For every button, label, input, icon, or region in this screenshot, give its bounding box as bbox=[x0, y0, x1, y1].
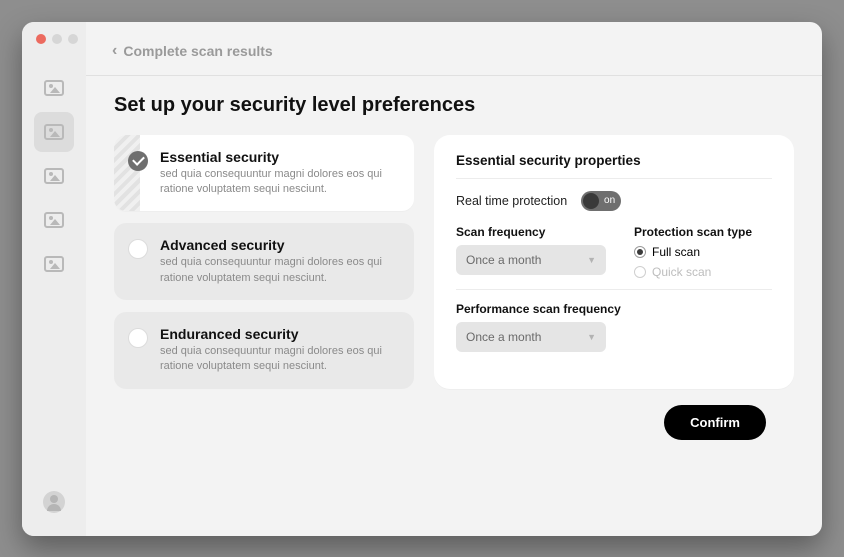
performance-frequency-label: Performance scan frequency bbox=[456, 302, 772, 316]
toggle-knob bbox=[583, 193, 599, 209]
sidebar bbox=[22, 22, 86, 536]
option-title: Advanced security bbox=[160, 237, 398, 253]
option-essential-security[interactable]: Essential security sed quia consequuntur… bbox=[114, 135, 414, 212]
maximize-window-button[interactable] bbox=[68, 34, 78, 44]
back-breadcrumb[interactable]: ‹ Complete scan results bbox=[112, 43, 273, 59]
select-value: Once a month bbox=[466, 253, 541, 267]
option-advanced-security[interactable]: Advanced security sed quia consequuntur … bbox=[114, 223, 414, 300]
radio-checked-icon bbox=[634, 246, 646, 258]
properties-panel: Essential security properties Real time … bbox=[434, 135, 794, 389]
chevron-left-icon: ‹ bbox=[112, 43, 117, 59]
check-icon bbox=[128, 151, 148, 171]
panel-heading: Essential security properties bbox=[456, 153, 772, 168]
radio-unchecked-icon bbox=[128, 239, 148, 259]
app-window: ‹ Complete scan results Set up your secu… bbox=[22, 22, 822, 536]
minimize-window-button[interactable] bbox=[52, 34, 62, 44]
option-desc: sed quia consequuntur magni dolores eos … bbox=[160, 167, 398, 198]
image-icon bbox=[44, 256, 64, 272]
user-icon bbox=[43, 491, 65, 513]
chevron-down-icon: ▼ bbox=[587, 332, 596, 342]
sidebar-item-4[interactable] bbox=[34, 200, 74, 240]
image-icon bbox=[44, 80, 64, 96]
sidebar-item-3[interactable] bbox=[34, 156, 74, 196]
sidebar-item-2[interactable] bbox=[34, 112, 74, 152]
image-icon bbox=[44, 124, 64, 140]
option-title: Essential security bbox=[160, 149, 398, 165]
option-enduranced-security[interactable]: Enduranced security sed quia consequuntu… bbox=[114, 312, 414, 389]
sidebar-item-1[interactable] bbox=[34, 68, 74, 108]
sidebar-user-button[interactable] bbox=[34, 482, 74, 522]
breadcrumb-label: Complete scan results bbox=[123, 43, 272, 59]
security-level-list: Essential security sed quia consequuntur… bbox=[114, 135, 414, 389]
option-title: Enduranced security bbox=[160, 326, 398, 342]
image-icon bbox=[44, 212, 64, 228]
radio-quick-scan[interactable]: Quick scan bbox=[634, 265, 772, 279]
radio-unchecked-icon bbox=[128, 328, 148, 348]
protection-scan-type-label: Protection scan type bbox=[634, 225, 772, 239]
toggle-state-label: on bbox=[604, 195, 615, 206]
realtime-protection-toggle[interactable]: on bbox=[581, 191, 621, 211]
scan-frequency-select[interactable]: Once a month ▼ bbox=[456, 245, 606, 275]
radio-label: Full scan bbox=[652, 245, 700, 259]
select-value: Once a month bbox=[466, 330, 541, 344]
window-controls bbox=[36, 34, 78, 44]
image-icon bbox=[44, 168, 64, 184]
top-bar: ‹ Complete scan results bbox=[86, 28, 822, 76]
divider bbox=[456, 178, 772, 179]
close-window-button[interactable] bbox=[36, 34, 46, 44]
option-desc: sed quia consequuntur magni dolores eos … bbox=[160, 344, 398, 375]
realtime-protection-label: Real time protection bbox=[456, 194, 567, 208]
radio-unchecked-icon bbox=[634, 266, 646, 278]
option-desc: sed quia consequuntur magni dolores eos … bbox=[160, 255, 398, 286]
divider bbox=[456, 289, 772, 290]
performance-frequency-select[interactable]: Once a month ▼ bbox=[456, 322, 606, 352]
scan-frequency-label: Scan frequency bbox=[456, 225, 606, 239]
page-title: Set up your security level preferences bbox=[114, 94, 794, 117]
sidebar-item-5[interactable] bbox=[34, 244, 74, 284]
chevron-down-icon: ▼ bbox=[587, 255, 596, 265]
confirm-button[interactable]: Confirm bbox=[664, 405, 766, 440]
radio-label: Quick scan bbox=[652, 265, 711, 279]
radio-full-scan[interactable]: Full scan bbox=[634, 245, 772, 259]
